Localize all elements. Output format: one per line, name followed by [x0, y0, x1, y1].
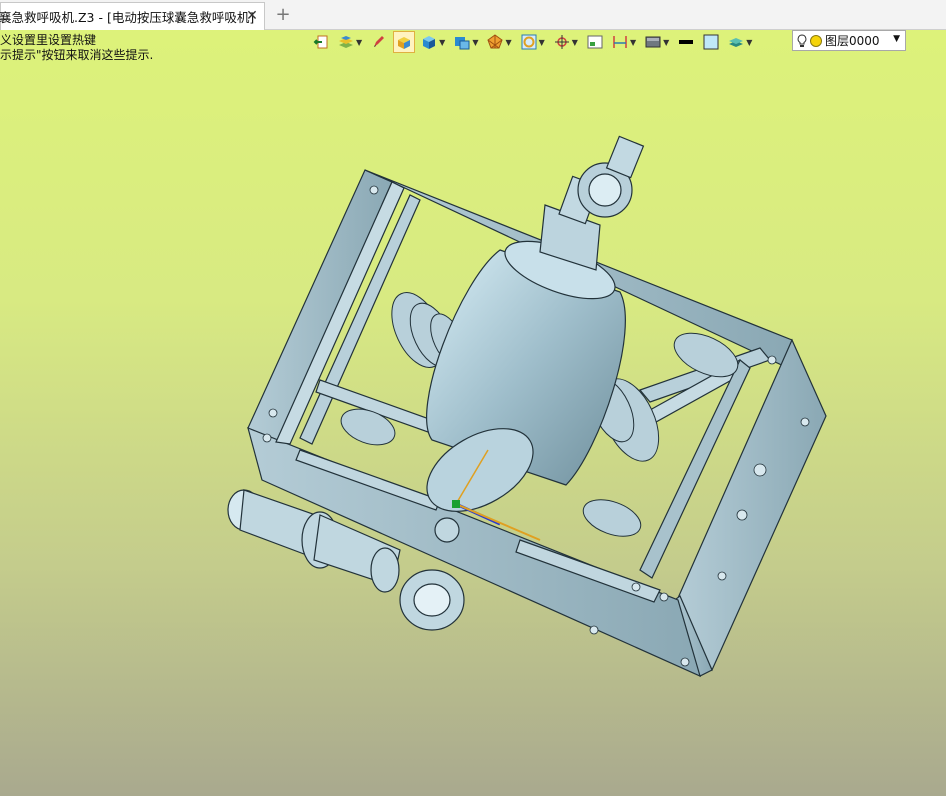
- document-tab[interactable]: 襄急救呼吸机.Z3 - [电动按压球囊急救呼吸机] ✕: [0, 2, 265, 30]
- document-tab-title: 襄急救呼吸机.Z3 - [电动按压球囊急救呼吸机]: [0, 10, 255, 25]
- tab-bar: 襄急救呼吸机.Z3 - [电动按压球囊急救呼吸机] ✕ +: [0, 0, 946, 30]
- 3d-model[interactable]: [0, 30, 946, 796]
- new-tab-button[interactable]: +: [273, 5, 293, 25]
- close-tab-icon[interactable]: ✕: [244, 8, 260, 24]
- bag-cylinder: [426, 135, 645, 512]
- 3d-viewport[interactable]: 义设置里设置热键 示提示"按钮来取消这些提示. ▼ ▼ ▼ ▼ ▼ ▼ ▼ ▼ …: [0, 30, 946, 796]
